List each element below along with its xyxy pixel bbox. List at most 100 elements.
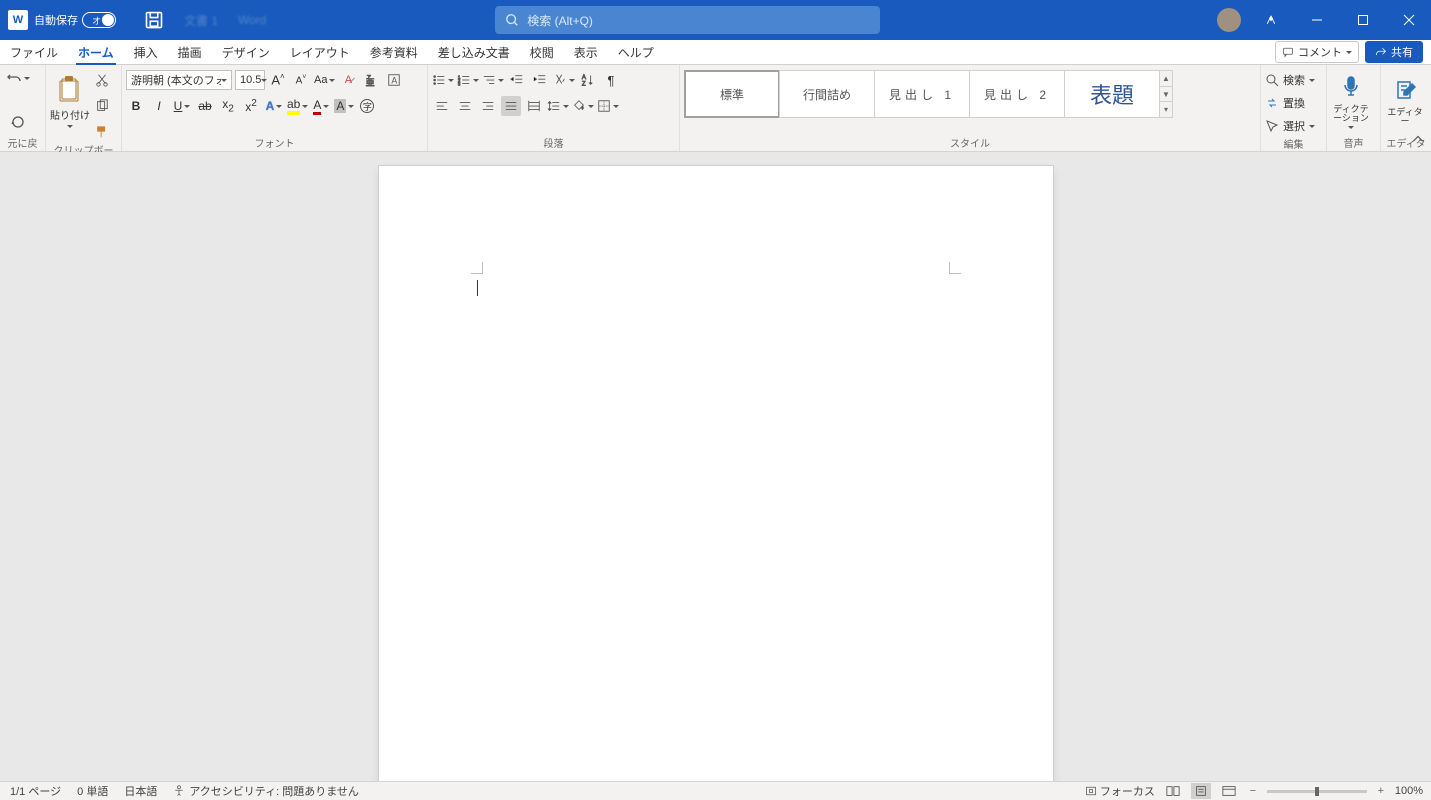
style-nospacing[interactable]: 行間詰め: [779, 70, 875, 118]
text-cursor: [477, 280, 478, 296]
collapse-ribbon-button[interactable]: [1411, 133, 1425, 147]
minimize-button[interactable]: [1295, 0, 1339, 40]
word-count[interactable]: 0 単語: [77, 783, 108, 799]
avatar[interactable]: [1217, 8, 1241, 32]
phonetic-guide-button[interactable]: ア亜: [361, 70, 381, 90]
char-shading-button[interactable]: A: [334, 96, 354, 116]
italic-button[interactable]: I: [149, 96, 169, 116]
page-count[interactable]: 1/1 ページ: [10, 783, 61, 799]
ribbon-tabs: ファイル ホーム 挿入 描画 デザイン レイアウト 参考資料 差し込み文書 校閲…: [0, 40, 1431, 65]
superscript-button[interactable]: x2: [241, 96, 261, 116]
tab-design[interactable]: デザイン: [212, 40, 280, 64]
dictation-button[interactable]: ディクテーション: [1331, 68, 1371, 132]
char-border-button[interactable]: A: [384, 70, 404, 90]
highlight-button[interactable]: ab: [287, 96, 308, 116]
multilevel-button[interactable]: [482, 70, 504, 90]
read-mode-button[interactable]: [1163, 783, 1183, 799]
replace-button[interactable]: 置換: [1265, 93, 1305, 113]
numbering-button[interactable]: 123: [457, 70, 479, 90]
editor-label: エディター: [1385, 108, 1425, 126]
distributed-button[interactable]: [524, 96, 544, 116]
tab-layout[interactable]: レイアウト: [280, 40, 360, 64]
font-name-combo[interactable]: 游明朝 (本文のフォント: [126, 70, 232, 90]
enclose-char-button[interactable]: 字: [357, 96, 377, 116]
cut-button[interactable]: [92, 70, 112, 90]
line-spacing-button[interactable]: [547, 96, 569, 116]
zoom-out-button[interactable]: −: [1247, 785, 1259, 797]
style-heading1[interactable]: 見出し 1: [874, 70, 970, 118]
scroll-up-icon[interactable]: ▲: [1160, 71, 1172, 87]
language[interactable]: 日本語: [124, 783, 157, 799]
decrease-indent-button[interactable]: [507, 70, 527, 90]
text-effects-button[interactable]: A: [264, 96, 284, 116]
editor-button[interactable]: エディター: [1385, 68, 1425, 132]
scroll-down-icon[interactable]: ▼: [1160, 87, 1172, 103]
expand-gallery-icon[interactable]: ▾: [1160, 102, 1172, 117]
tab-review[interactable]: 校閲: [520, 40, 564, 64]
sort-button[interactable]: AZ: [578, 70, 598, 90]
share-icon: [1375, 46, 1387, 58]
increase-font-button[interactable]: A˄: [268, 70, 288, 90]
bullets-button[interactable]: [432, 70, 454, 90]
tab-home[interactable]: ホーム: [68, 40, 124, 64]
style-gallery[interactable]: 標準 行間詰め 見出し 1 見出し 2 表題 ▲ ▼ ▾: [684, 70, 1173, 118]
zoom-in-button[interactable]: +: [1375, 785, 1387, 797]
asian-layout-button[interactable]: [553, 70, 575, 90]
shading-button[interactable]: [572, 96, 594, 116]
format-painter-button[interactable]: [92, 122, 112, 142]
zoom-level[interactable]: 100%: [1395, 785, 1423, 797]
undo-button[interactable]: [6, 68, 30, 88]
subscript-button[interactable]: x2: [218, 96, 238, 116]
ribbon-display-icon[interactable]: [1249, 0, 1293, 40]
document-page[interactable]: [379, 166, 1053, 781]
document-canvas[interactable]: [0, 152, 1431, 781]
style-heading2[interactable]: 見出し 2: [969, 70, 1065, 118]
style-title[interactable]: 表題: [1064, 70, 1160, 118]
redo-button[interactable]: [8, 112, 28, 132]
paste-button[interactable]: 貼り付け: [50, 68, 90, 132]
print-layout-button[interactable]: [1191, 783, 1211, 799]
font-size-combo[interactable]: 10.5: [235, 70, 265, 90]
show-marks-button[interactable]: ¶: [601, 70, 621, 90]
zoom-slider[interactable]: [1267, 790, 1367, 793]
tab-draw[interactable]: 描画: [168, 40, 212, 64]
align-left-button[interactable]: [432, 96, 452, 116]
change-case-button[interactable]: Aa: [314, 70, 335, 90]
select-button[interactable]: 選択: [1265, 116, 1315, 136]
tab-help[interactable]: ヘルプ: [608, 40, 664, 64]
tab-references[interactable]: 参考資料: [360, 40, 428, 64]
align-center-button[interactable]: [455, 96, 475, 116]
tab-mailings[interactable]: 差し込み文書: [428, 40, 520, 64]
zoom-thumb[interactable]: [1315, 787, 1319, 796]
tab-view[interactable]: 表示: [564, 40, 608, 64]
search-box[interactable]: 検索 (Alt+Q): [495, 6, 880, 34]
maximize-button[interactable]: [1341, 0, 1385, 40]
clear-format-button[interactable]: A̷: [338, 70, 358, 90]
font-color-button[interactable]: A: [311, 96, 331, 116]
margin-corner-icon: [471, 262, 483, 274]
accessibility-status[interactable]: アクセシビリティ: 問題ありません: [173, 783, 359, 799]
web-layout-button[interactable]: [1219, 783, 1239, 799]
align-right-button[interactable]: [478, 96, 498, 116]
copy-button[interactable]: [92, 96, 112, 116]
strike-button[interactable]: ab: [195, 96, 215, 116]
style-gallery-scroll[interactable]: ▲ ▼ ▾: [1159, 70, 1173, 118]
underline-button[interactable]: U: [172, 96, 192, 116]
tab-insert[interactable]: 挿入: [124, 40, 168, 64]
comments-button[interactable]: コメント: [1275, 41, 1359, 63]
close-button[interactable]: [1387, 0, 1431, 40]
tab-file[interactable]: ファイル: [0, 40, 68, 64]
bold-button[interactable]: B: [126, 96, 146, 116]
justify-button[interactable]: [501, 96, 521, 116]
focus-mode-button[interactable]: フォーカス: [1085, 783, 1155, 799]
share-button[interactable]: 共有: [1365, 41, 1423, 63]
style-normal[interactable]: 標準: [684, 70, 780, 118]
save-icon[interactable]: [144, 10, 164, 30]
select-label: 選択: [1283, 118, 1305, 134]
increase-indent-button[interactable]: [530, 70, 550, 90]
find-button[interactable]: 検索: [1265, 70, 1315, 90]
word-app-icon: W: [8, 10, 28, 30]
autosave-toggle[interactable]: 自動保存 オフ: [34, 12, 138, 28]
decrease-font-button[interactable]: A˅: [291, 70, 311, 90]
borders-button[interactable]: [597, 96, 619, 116]
